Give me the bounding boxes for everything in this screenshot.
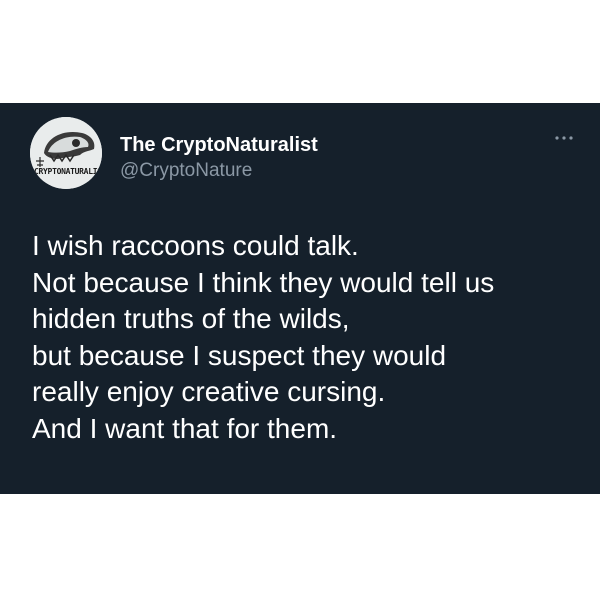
more-options-button[interactable]	[552, 131, 576, 145]
tweet-line: Not because I think they would tell us	[32, 266, 495, 298]
more-horizontal-icon	[555, 136, 573, 140]
author-display-name[interactable]: The CryptoNaturalist	[120, 133, 318, 157]
tweet-line: really enjoy creative cursing.	[32, 376, 386, 407]
tweet-card[interactable]: CRYPTONATURALIST The CryptoNaturalist @C…	[0, 103, 600, 494]
tweet-line: I wish raccoons could talk.	[32, 230, 359, 261]
tweet-line: hidden truths of the wilds,	[32, 303, 350, 334]
avatar-logo-text: CRYPTONATURALIST	[34, 167, 102, 176]
tweet-line: And I want that for them.	[32, 412, 338, 444]
tweet-text: I wish raccoons could talk. Not because …	[32, 228, 580, 447]
raccoon-skull-icon	[30, 117, 102, 189]
author-names: The CryptoNaturalist @CryptoNature	[120, 133, 318, 183]
author-handle[interactable]: @CryptoNature	[120, 159, 318, 183]
avatar[interactable]: CRYPTONATURALIST	[30, 117, 102, 189]
tweet-line: but because I suspect they would	[32, 339, 447, 371]
tweet-header: CRYPTONATURALIST The CryptoNaturalist @C…	[30, 117, 580, 189]
